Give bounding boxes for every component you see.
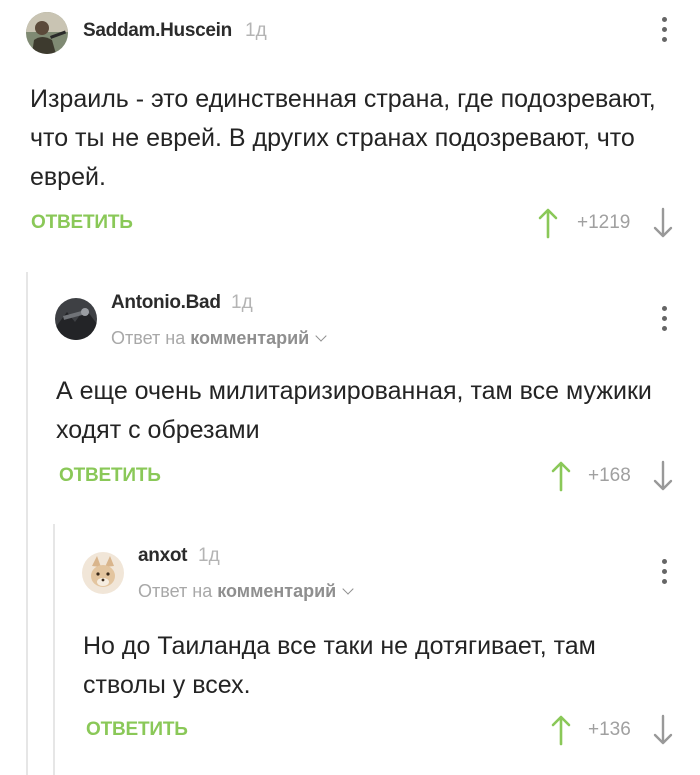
chevron-down-icon[interactable]	[315, 330, 327, 342]
kebab-menu-icon[interactable]	[654, 15, 674, 45]
reply-to-target[interactable]: комментарий	[190, 328, 309, 348]
reply-to-prefix: Ответ на	[138, 581, 213, 601]
author-name[interactable]: Antonio.Bad	[111, 292, 221, 314]
avatar[interactable]	[82, 552, 124, 594]
comment-text: А еще очень милитаризированная, там все …	[56, 377, 652, 444]
arrow-down-icon[interactable]	[653, 714, 673, 746]
author-name[interactable]: anxot	[138, 545, 187, 567]
score: +168	[588, 465, 631, 486]
comment-text: Но до Таиланда все таки не дотягивает, т…	[83, 632, 596, 699]
avatar[interactable]	[26, 12, 68, 54]
arrow-up-icon[interactable]	[538, 207, 558, 239]
reply-button[interactable]: ОТВЕТИТЬ	[86, 719, 188, 741]
thread-line	[26, 272, 28, 775]
arrow-down-icon[interactable]	[653, 207, 673, 239]
reply-to-prefix: Ответ на	[111, 328, 186, 348]
score: +136	[588, 719, 631, 740]
arrow-up-icon[interactable]	[551, 460, 571, 492]
kebab-menu-icon[interactable]	[654, 304, 674, 334]
arrow-down-icon[interactable]	[653, 460, 673, 492]
reply-to-link[interactable]: Ответ на комментарий	[138, 581, 354, 602]
score: +1219	[577, 212, 631, 233]
chevron-down-icon[interactable]	[342, 583, 354, 595]
thread-line	[53, 524, 55, 775]
timestamp: 1д	[198, 545, 220, 566]
author-name[interactable]: Saddam.Huscein	[83, 20, 232, 42]
comment-text: Израиль - это единственная страна, где п…	[30, 85, 656, 191]
reply-to-target[interactable]: комментарий	[217, 581, 336, 601]
kebab-menu-icon[interactable]	[654, 557, 674, 587]
reply-button[interactable]: ОТВЕТИТЬ	[59, 465, 161, 487]
arrow-up-icon[interactable]	[551, 714, 571, 746]
timestamp: 1д	[231, 292, 253, 313]
timestamp: 1д	[245, 20, 267, 41]
reply-button[interactable]: ОТВЕТИТЬ	[31, 212, 133, 234]
avatar[interactable]	[55, 298, 97, 340]
reply-to-link[interactable]: Ответ на комментарий	[111, 328, 327, 349]
